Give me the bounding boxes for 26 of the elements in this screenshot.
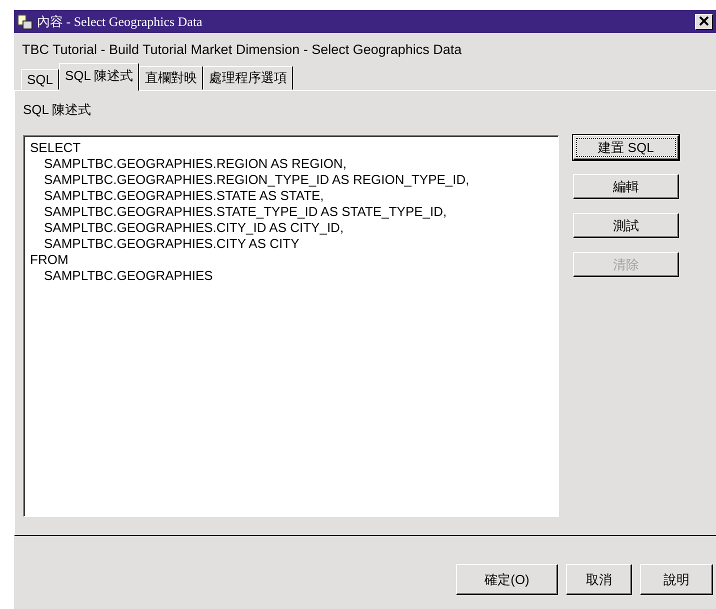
sql-keyword: FROM [30,252,70,268]
sql-line: SAMPLTBC.GEOGRAPHIES.REGION_TYPE_ID AS REGION_TYPE_ID, [43,172,470,188]
side-button[interactable]: 編輯 [573,174,679,199]
window-title: 內容 - Select Geographics Data [37,12,204,30]
subtitle: TBC Tutorial - Build Tutorial Market Dimension - Select Geographics Data [21,41,463,59]
tab[interactable]: SQL [21,69,60,90]
sql-line: SAMPLTBC.GEOGRAPHIES.CITY_ID AS CITY_ID, [43,220,345,236]
sql-line: SAMPLTBC.GEOGRAPHIES.STATE_TYPE_ID AS STATE_TYPE_ID, [43,204,448,220]
close-button[interactable] [695,14,713,30]
sql-line: SAMPLTBC.GEOGRAPHIES [43,268,214,284]
sql-keyword: SELECT [30,140,82,156]
side-button[interactable]: 建置 SQL [573,135,679,160]
sql-line: SAMPLTBC.GEOGRAPHIES.STATE AS STATE, [43,188,325,204]
dialog-button[interactable]: 確定(O) [456,564,558,595]
dialog-button[interactable]: 取消 [566,564,632,595]
side-button[interactable]: 測試 [573,213,679,238]
app-icon [17,14,33,30]
sql-line: SAMPLTBC.GEOGRAPHIES.REGION AS REGION, [43,156,348,172]
tab[interactable]: SQL 陳述式 [59,63,140,91]
dialog-button[interactable]: 說明 [640,564,713,595]
close-icon [699,16,709,26]
tab[interactable]: 直欄對映 [139,66,204,90]
sql-text-area[interactable] [23,135,559,517]
tab[interactable]: 處理程序選項 [203,66,294,90]
panel-label: SQL 陳述式 [23,101,92,119]
sql-line: SAMPLTBC.GEOGRAPHIES.CITY AS CITY [43,236,300,252]
